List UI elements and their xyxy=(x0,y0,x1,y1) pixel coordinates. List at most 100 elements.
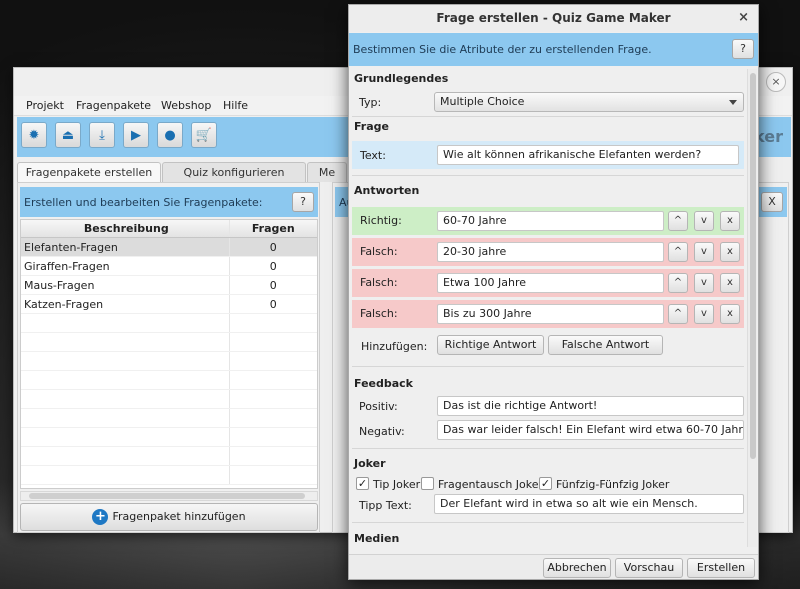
answer-input[interactable]: Etwa 100 Jahre xyxy=(437,273,664,293)
fragenpakete-info-text: Erstellen und bearbeiten Sie Fragenpaket… xyxy=(24,196,263,209)
dialog-footer: Abbrechen Vorschau Erstellen xyxy=(349,554,758,579)
cancel-button[interactable]: Abbrechen xyxy=(543,558,611,578)
dialog-title: Frage erstellen - Quiz Game Maker xyxy=(349,5,758,32)
dialog-help-button[interactable]: ? xyxy=(732,39,754,59)
menu-projekt[interactable]: Projekt xyxy=(26,99,64,112)
row-count: 0 xyxy=(269,298,277,311)
feedback-negative-label: Negativ: xyxy=(359,425,405,438)
move-up-button[interactable]: ^ xyxy=(668,242,688,262)
add-answer-label: Hinzufügen: xyxy=(361,340,428,353)
answer-input[interactable]: 60-70 Jahre xyxy=(437,211,664,231)
move-down-button[interactable]: v xyxy=(694,304,714,324)
answer-input[interactable]: Bis zu 300 Jahre xyxy=(437,304,664,324)
fragen-close-button[interactable]: X xyxy=(761,192,783,212)
fragenpakete-help-button[interactable]: ? xyxy=(292,192,314,212)
fragenpakete-table: Beschreibung Fragen Elefanten-Fragen 0 G… xyxy=(20,219,318,489)
create-button[interactable]: Erstellen xyxy=(687,558,755,578)
feedback-positive-label: Positiv: xyxy=(359,400,398,413)
row-count: 0 xyxy=(269,241,277,254)
fifty-joker-label: Fünfzig-Fünfzig Joker xyxy=(556,478,670,491)
swap-joker-checkbox[interactable] xyxy=(421,477,434,490)
divider xyxy=(352,175,744,176)
section-joker: Joker xyxy=(354,457,386,470)
add-fragenpaket-button[interactable]: + Fragenpaket hinzufügen xyxy=(20,503,318,531)
settings-icon[interactable]: ✹ xyxy=(21,122,47,148)
fifty-joker-checkbox[interactable]: ✓ xyxy=(539,477,552,490)
add-right-answer-button[interactable]: Richtige Antwort xyxy=(437,335,544,355)
tip-text-input[interactable]: Der Elefant wird in etwa so alt wie ein … xyxy=(434,494,744,514)
answer-row-wrong: Falsch: 20-30 jahre ^ v x xyxy=(352,238,744,266)
preview-button[interactable]: Vorschau xyxy=(615,558,683,578)
empty-row xyxy=(21,409,317,428)
question-row: Text: Wie alt können afrikanische Elefan… xyxy=(352,141,744,169)
menu-fragenpakete[interactable]: Fragenpakete xyxy=(76,99,151,112)
type-label: Typ: xyxy=(359,96,382,109)
download-icon[interactable]: ⤓ xyxy=(89,122,115,148)
circle-icon[interactable]: ● xyxy=(157,122,183,148)
play-icon[interactable]: ▶ xyxy=(123,122,149,148)
move-down-button[interactable]: v xyxy=(694,242,714,262)
tip-text-label: Tipp Text: xyxy=(359,499,412,512)
divider xyxy=(352,116,744,117)
upload-icon[interactable]: ⏏ xyxy=(55,122,81,148)
move-up-button[interactable]: ^ xyxy=(668,211,688,231)
column-beschreibung[interactable]: Beschreibung xyxy=(21,220,230,237)
fragenpakete-info-bar: Erstellen und bearbeiten Sie Fragenpaket… xyxy=(20,187,318,217)
move-down-button[interactable]: v xyxy=(694,273,714,293)
remove-answer-button[interactable]: x xyxy=(720,242,740,262)
row-name: Elefanten-Fragen xyxy=(21,238,230,256)
tab-medien[interactable]: Me xyxy=(307,162,347,182)
table-row[interactable]: Maus-Fragen 0 xyxy=(21,276,317,295)
column-fragen[interactable]: Fragen xyxy=(230,220,317,237)
move-down-button[interactable]: v xyxy=(694,211,714,231)
tab-quiz-konfigurieren[interactable]: Quiz konfigurieren xyxy=(162,162,306,182)
add-wrong-answer-button[interactable]: Falsche Antwort xyxy=(548,335,663,355)
fragenpakete-panel: Erstellen und bearbeiten Sie Fragenpaket… xyxy=(17,182,320,533)
dialog-info-text: Bestimmen Sie die Atribute der zu erstel… xyxy=(353,43,652,56)
type-select[interactable]: Multiple Choice xyxy=(434,92,744,112)
dialog-form: Grundlegendes Typ: Multiple Choice Frage… xyxy=(349,67,746,548)
row-name: Maus-Fragen xyxy=(21,276,230,294)
cart-icon[interactable]: 🛒 xyxy=(191,122,217,148)
remove-answer-button[interactable]: x xyxy=(720,211,740,231)
dialog-close-icon[interactable]: × xyxy=(738,10,749,25)
answer-row-right: Richtig: 60-70 Jahre ^ v x xyxy=(352,207,744,235)
move-up-button[interactable]: ^ xyxy=(668,273,688,293)
tip-joker-checkbox[interactable]: ✓ xyxy=(356,477,369,490)
question-input[interactable]: Wie alt können afrikanische Elefanten we… xyxy=(437,145,739,165)
frage-erstellen-dialog: Frage erstellen - Quiz Game Maker × Best… xyxy=(348,4,759,580)
feedback-negative-input[interactable]: Das war leider falsch! Ein Elefant wird … xyxy=(437,420,744,440)
divider xyxy=(352,448,744,449)
feedback-positive-input[interactable]: Das ist die richtige Antwort! xyxy=(437,396,744,416)
table-row[interactable]: Elefanten-Fragen 0 xyxy=(21,238,317,257)
move-up-button[interactable]: ^ xyxy=(668,304,688,324)
empty-row xyxy=(21,428,317,447)
tab-fragenpakete-erstellen[interactable]: Fragenpakete erstellen xyxy=(17,162,161,182)
answer-label: Falsch: xyxy=(360,245,398,258)
divider xyxy=(352,522,744,523)
empty-row xyxy=(21,333,317,352)
empty-row xyxy=(21,390,317,409)
empty-row xyxy=(21,371,317,390)
question-label: Text: xyxy=(360,149,386,162)
remove-answer-button[interactable]: x xyxy=(720,273,740,293)
section-feedback: Feedback xyxy=(354,377,413,390)
answer-row-wrong: Falsch: Etwa 100 Jahre ^ v x xyxy=(352,269,744,297)
section-medien: Medien xyxy=(354,532,400,545)
answer-row-wrong: Falsch: Bis zu 300 Jahre ^ v x xyxy=(352,300,744,328)
chevron-down-icon xyxy=(729,100,737,105)
tip-joker-label: Tip Joker xyxy=(373,478,421,491)
menu-hilfe[interactable]: Hilfe xyxy=(223,99,248,112)
remove-answer-button[interactable]: x xyxy=(720,304,740,324)
menu-webshop[interactable]: Webshop xyxy=(161,99,211,112)
type-select-value: Multiple Choice xyxy=(440,95,525,108)
table-row[interactable]: Giraffen-Fragen 0 xyxy=(21,257,317,276)
dialog-vertical-scrollbar[interactable] xyxy=(747,69,757,547)
empty-row xyxy=(21,447,317,466)
divider xyxy=(352,366,744,367)
table-horizontal-scrollbar[interactable] xyxy=(20,491,318,501)
row-name: Giraffen-Fragen xyxy=(21,257,230,275)
main-close-button[interactable]: × xyxy=(766,72,786,92)
table-row[interactable]: Katzen-Fragen 0 xyxy=(21,295,317,314)
answer-input[interactable]: 20-30 jahre xyxy=(437,242,664,262)
